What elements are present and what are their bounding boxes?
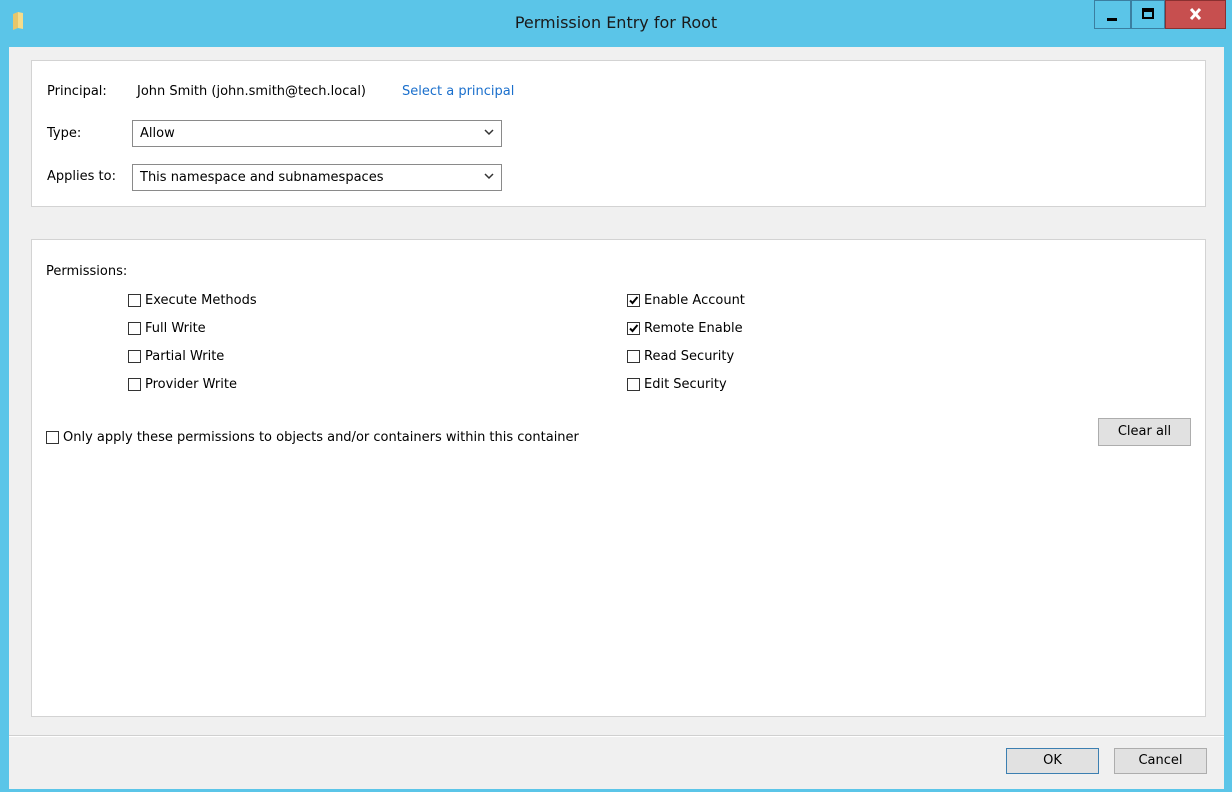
window-title: Permission Entry for Root xyxy=(514,13,718,32)
only-apply-checkbox-row[interactable]: Only apply these permissions to objects … xyxy=(46,427,579,447)
only-apply-checkbox[interactable] xyxy=(46,430,59,444)
dialog-body: Principal: John Smith (john.smith@tech.l… xyxy=(9,47,1224,789)
permission-right-checkbox-row[interactable]: Remote Enable xyxy=(627,318,743,338)
permission-right-checkbox[interactable] xyxy=(627,349,640,363)
permission-right-checkbox[interactable] xyxy=(627,377,640,391)
chevron-down-icon xyxy=(484,173,494,180)
permission-left-checkbox-row[interactable]: Execute Methods xyxy=(128,290,257,310)
permission-right-checkbox[interactable] xyxy=(627,321,640,335)
permissions-panel: Permissions: Execute Methods Full Write Pa… xyxy=(31,239,1206,717)
checkmark-icon xyxy=(629,323,639,332)
clear-all-button[interactable]: Clear all xyxy=(1098,418,1191,446)
type-select-value: Allow xyxy=(140,126,175,141)
dialog-window: Permission Entry for Root Principal: Joh… xyxy=(0,0,1232,792)
permission-left-label: Provider Write xyxy=(145,376,237,392)
permission-right-label: Enable Account xyxy=(644,292,745,308)
maximize-icon xyxy=(1142,8,1154,19)
permissions-heading: Permissions: xyxy=(46,264,128,279)
permission-right-checkbox[interactable] xyxy=(627,293,640,307)
ok-button[interactable]: OK xyxy=(1006,748,1099,774)
applies-to-label: Applies to: xyxy=(47,169,116,184)
permission-right-label: Edit Security xyxy=(644,376,727,392)
permission-left-label: Full Write xyxy=(145,320,206,336)
permission-right-checkbox-row[interactable]: Edit Security xyxy=(627,374,727,394)
permission-left-checkbox-row[interactable]: Full Write xyxy=(128,318,206,338)
maximize-button[interactable] xyxy=(1131,0,1165,29)
type-label: Type: xyxy=(47,126,82,141)
close-button[interactable] xyxy=(1165,0,1226,29)
permission-right-checkbox-row[interactable]: Enable Account xyxy=(627,290,745,310)
principal-panel: Principal: John Smith (john.smith@tech.l… xyxy=(31,60,1206,207)
permission-left-label: Execute Methods xyxy=(145,292,257,308)
permission-left-checkbox[interactable] xyxy=(128,349,141,363)
permission-right-label: Remote Enable xyxy=(644,320,743,336)
permission-left-checkbox[interactable] xyxy=(128,321,141,335)
minimize-icon xyxy=(1107,18,1117,21)
applies-to-select-value: This namespace and subnamespaces xyxy=(140,170,384,185)
cancel-button[interactable]: Cancel xyxy=(1114,748,1207,774)
permission-right-checkbox-row[interactable]: Read Security xyxy=(627,346,734,366)
chevron-down-icon xyxy=(484,129,494,136)
applies-to-select[interactable]: This namespace and subnamespaces xyxy=(132,164,502,191)
type-select[interactable]: Allow xyxy=(132,120,502,147)
permission-right-label: Read Security xyxy=(644,348,735,364)
footer-divider-highlight xyxy=(9,736,1224,737)
only-apply-label: Only apply these permissions to objects … xyxy=(63,429,579,445)
principal-value: John Smith (john.smith@tech.local) xyxy=(137,84,367,99)
select-principal-link[interactable]: Select a principal xyxy=(402,84,514,99)
close-icon xyxy=(1189,7,1202,21)
permission-left-checkbox-row[interactable]: Provider Write xyxy=(128,374,237,394)
permission-left-checkbox[interactable] xyxy=(128,377,141,391)
permission-left-checkbox-row[interactable]: Partial Write xyxy=(128,346,224,366)
permission-left-label: Partial Write xyxy=(145,348,225,364)
principal-label: Principal: xyxy=(47,84,107,99)
minimize-button[interactable] xyxy=(1094,0,1131,29)
permission-left-checkbox[interactable] xyxy=(128,293,141,307)
title-bar[interactable]: Permission Entry for Root xyxy=(0,0,1232,47)
checkmark-icon xyxy=(629,295,639,304)
